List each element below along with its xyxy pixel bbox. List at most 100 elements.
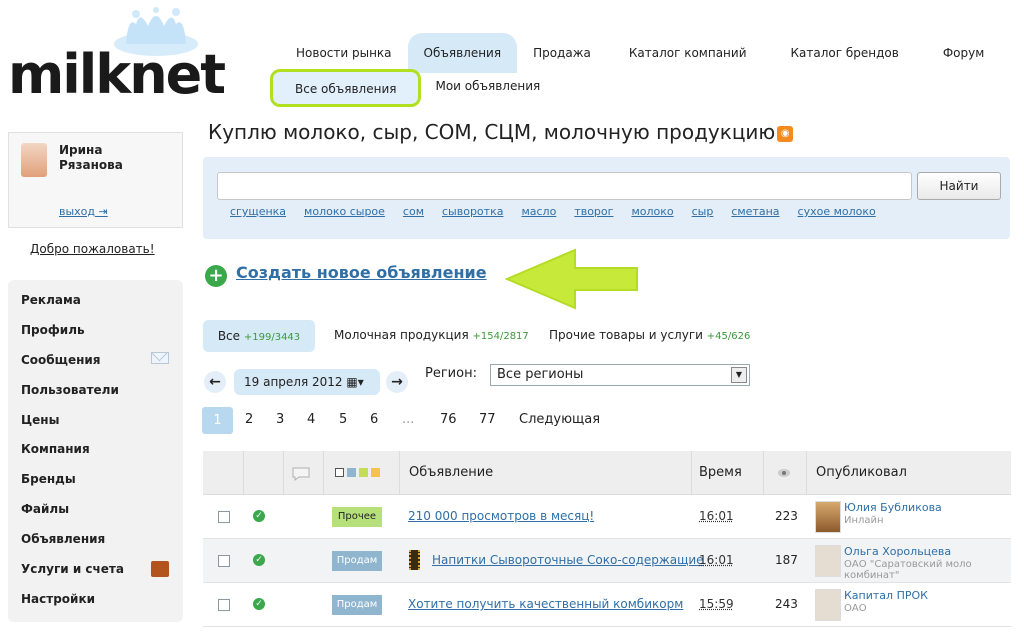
plus-icon[interactable]: + bbox=[205, 265, 227, 287]
date-value: 19 апреля 2012 bbox=[244, 375, 343, 389]
row-checkbox[interactable] bbox=[218, 599, 230, 611]
table-row[interactable]: ✓ Продам Хотите получить качественный ко… bbox=[203, 583, 1011, 627]
sidebar-item-settings[interactable]: Настройки bbox=[21, 592, 95, 606]
category-all[interactable]: Все +199/3443 bbox=[203, 320, 315, 352]
author-link[interactable]: Юлия Бубликова bbox=[844, 501, 942, 514]
wallet-icon[interactable] bbox=[151, 561, 169, 577]
user-last-name: Рязанова bbox=[59, 158, 123, 172]
category-dairy[interactable]: Молочная продукция +154/2817 bbox=[334, 328, 529, 342]
tag-link[interactable]: творог bbox=[574, 205, 613, 218]
color-filter-icon[interactable] bbox=[335, 468, 380, 477]
avatar[interactable] bbox=[815, 589, 841, 621]
dropdown-arrow-icon[interactable]: ▼ bbox=[731, 367, 747, 383]
ad-title-link[interactable]: Хотите получить качественный комбикорм bbox=[408, 597, 683, 611]
tag-link[interactable]: сыр bbox=[692, 205, 714, 218]
date-picker[interactable]: 19 апреля 2012 ▦▾ bbox=[234, 369, 380, 395]
rss-icon[interactable]: ◉ bbox=[777, 125, 794, 142]
avatar[interactable] bbox=[815, 545, 841, 577]
tag-link[interactable]: сметана bbox=[731, 205, 779, 218]
subtab-all-ads[interactable]: Все объявления bbox=[270, 69, 422, 107]
category-other[interactable]: Прочие товары и услуги +45/626 bbox=[549, 328, 750, 342]
sidebar-item-prices[interactable]: Цены bbox=[21, 413, 59, 427]
row-checkbox[interactable] bbox=[218, 555, 230, 567]
column-divider bbox=[283, 451, 284, 495]
tag-link[interactable]: сыворотка bbox=[442, 205, 503, 218]
tab-market-news[interactable]: Новости рынка bbox=[280, 33, 408, 73]
tag-link[interactable]: сухое молоко bbox=[798, 205, 876, 218]
prev-date-button[interactable]: ← bbox=[204, 371, 226, 393]
sidebar-item-messages[interactable]: Сообщения bbox=[21, 353, 100, 367]
tag-link[interactable]: молоко сырое bbox=[304, 205, 385, 218]
tab-brand-catalog[interactable]: Каталог брендов bbox=[769, 33, 921, 73]
tab-forum[interactable]: Форум bbox=[921, 33, 1006, 73]
arrow-left-icon bbox=[505, 248, 638, 310]
create-ad-link[interactable]: Создать новое объявление bbox=[236, 263, 487, 282]
tab-ads[interactable]: Объявления bbox=[407, 33, 518, 73]
tab-company-catalog[interactable]: Каталог компаний bbox=[607, 33, 769, 73]
table-row[interactable]: ✓ Продам Напитки Сывороточные Соко-содер… bbox=[203, 539, 1011, 583]
sub-nav: Все объявления Мои объявления bbox=[270, 69, 554, 107]
logout-label: выход bbox=[59, 205, 96, 218]
author-company: Инлайн bbox=[844, 515, 884, 526]
category-badge: Прочее bbox=[332, 507, 382, 527]
column-divider bbox=[806, 451, 807, 495]
check-icon: ✓ bbox=[253, 510, 265, 522]
milknet-logo[interactable]: milknet bbox=[6, 6, 226, 106]
author-link[interactable]: Капитал ПРОК bbox=[844, 589, 928, 602]
calendar-icon[interactable]: ▦▾ bbox=[346, 375, 363, 389]
tag-link[interactable]: сгущенка bbox=[230, 205, 286, 218]
user-name[interactable]: Ирина Рязанова bbox=[59, 143, 123, 173]
ad-title-link[interactable]: 210 000 просмотров в месяц! bbox=[408, 509, 594, 523]
region-select[interactable]: Все регионы ▼ bbox=[490, 364, 750, 386]
search-button[interactable]: Найти bbox=[917, 172, 1001, 200]
ad-views: 223 bbox=[775, 509, 798, 523]
category-badge: Продам bbox=[332, 595, 382, 615]
logout-link[interactable]: выход ⇥ bbox=[59, 205, 108, 218]
sidebar-item-ads-promo[interactable]: Реклама bbox=[21, 293, 81, 307]
page-5[interactable]: 5 bbox=[339, 412, 347, 427]
sidebar-item-services[interactable]: Услуги и счета bbox=[21, 562, 124, 576]
next-date-button[interactable]: → bbox=[386, 371, 408, 393]
table-row[interactable]: ✓ Прочее 210 000 просмотров в месяц! 16:… bbox=[203, 495, 1011, 539]
search-input[interactable] bbox=[217, 172, 912, 200]
column-divider bbox=[691, 451, 692, 495]
tag-link[interactable]: сом bbox=[403, 205, 424, 218]
page-next[interactable]: Следующая bbox=[519, 412, 600, 427]
author-link[interactable]: Ольга Хорольцева bbox=[844, 545, 951, 558]
mail-icon[interactable] bbox=[151, 352, 169, 364]
ad-views: 243 bbox=[775, 597, 798, 611]
sidebar-item-files[interactable]: Файлы bbox=[21, 502, 69, 516]
sidebar-item-company[interactable]: Компания bbox=[21, 442, 90, 456]
page-76[interactable]: 76 bbox=[440, 412, 457, 427]
page-3[interactable]: 3 bbox=[276, 412, 284, 427]
page-4[interactable]: 4 bbox=[307, 412, 315, 427]
column-divider bbox=[763, 451, 764, 495]
sidebar-item-ads[interactable]: Объявления bbox=[21, 532, 105, 546]
page-1[interactable]: 1 bbox=[202, 407, 233, 434]
page-title: Куплю молоко, сыр, СОМ, СЦМ, молочную пр… bbox=[208, 120, 794, 144]
ad-title-link[interactable]: Напитки Сывороточные Соко-содержащие bbox=[432, 553, 704, 567]
user-box: Ирина Рязанова выход ⇥ bbox=[8, 132, 183, 228]
author-company-line2: комбинат" bbox=[844, 570, 900, 581]
ad-views: 187 bbox=[775, 553, 798, 567]
sidebar-item-users[interactable]: Пользователи bbox=[21, 383, 119, 397]
column-header-ad[interactable]: Объявление bbox=[409, 465, 493, 480]
row-checkbox[interactable] bbox=[218, 511, 230, 523]
tag-link[interactable]: молоко bbox=[631, 205, 673, 218]
page-6[interactable]: 6 bbox=[370, 412, 378, 427]
tab-sale[interactable]: Продажа bbox=[517, 33, 607, 73]
region-label: Регион: bbox=[425, 366, 477, 381]
tag-link[interactable]: масло bbox=[521, 205, 556, 218]
sidebar-item-profile[interactable]: Профиль bbox=[21, 323, 85, 337]
sidebar-item-brands[interactable]: Бренды bbox=[21, 472, 76, 486]
avatar[interactable] bbox=[21, 143, 47, 177]
column-header-time[interactable]: Время bbox=[699, 465, 742, 480]
page-2[interactable]: 2 bbox=[245, 412, 253, 427]
avatar[interactable] bbox=[815, 501, 841, 533]
page-77[interactable]: 77 bbox=[479, 412, 496, 427]
column-header-published[interactable]: Опубликовал bbox=[816, 465, 907, 480]
column-divider bbox=[399, 451, 400, 495]
eye-icon bbox=[778, 469, 790, 477]
subtab-my-ads[interactable]: Мои объявления bbox=[421, 69, 554, 107]
welcome-link[interactable]: Добро пожаловать! bbox=[30, 242, 155, 256]
